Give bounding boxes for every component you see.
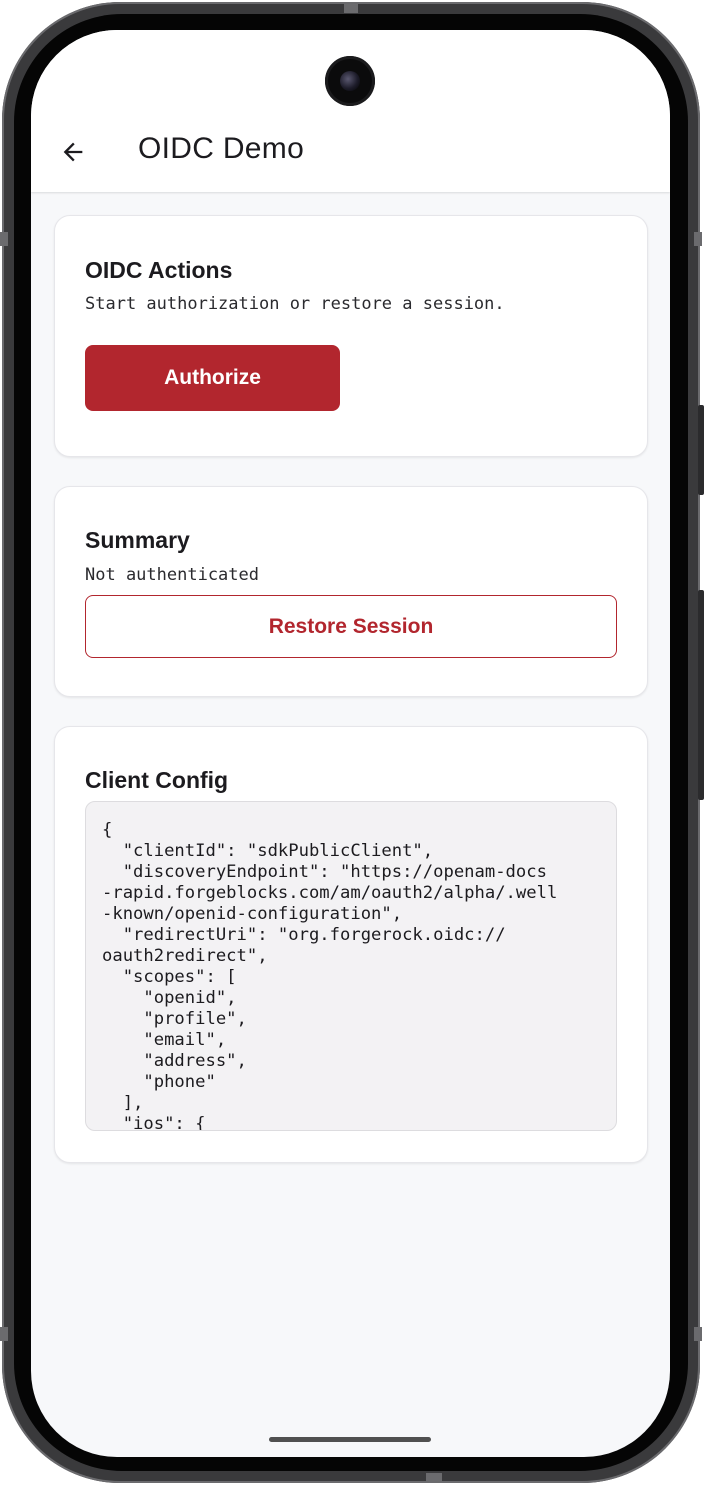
card-title: Summary [85, 527, 190, 553]
client-config-card: Client Config { "clientId": "sdkPublicCl… [54, 726, 648, 1163]
frame-left-mark [0, 232, 8, 246]
frame-right-mark [694, 1327, 702, 1341]
app-bar: OIDC Demo [31, 30, 670, 192]
screen: OIDC Demo OIDC Actions Start authorizati… [31, 30, 670, 1457]
card-subtitle: Start authorization or restore a session… [85, 294, 505, 314]
power-button [698, 590, 704, 800]
oidc-actions-card: OIDC Actions Start authorization or rest… [54, 215, 648, 457]
frame-bottom-mark [426, 1473, 442, 1481]
restore-session-button[interactable]: Restore Session [85, 595, 617, 658]
auth-status-text: Not authenticated [85, 565, 259, 585]
summary-card: Summary Not authenticated Restore Sessio… [54, 486, 648, 697]
volume-button [698, 405, 704, 495]
front-camera [325, 56, 375, 106]
config-code-block[interactable]: { "clientId": "sdkPublicClient", "discov… [85, 801, 617, 1131]
arrow-back-icon [63, 142, 83, 162]
card-title: OIDC Actions [85, 257, 233, 283]
frame-right-mark [694, 232, 702, 246]
frame-top-mark [344, 4, 358, 13]
authorize-button[interactable]: Authorize [85, 345, 340, 411]
page-title: OIDC Demo [138, 132, 305, 165]
home-indicator[interactable] [269, 1437, 431, 1442]
back-button[interactable] [53, 132, 93, 172]
card-title: Client Config [85, 767, 229, 793]
frame-left-mark [0, 1327, 8, 1341]
config-json-text: { "clientId": "sdkPublicClient", "discov… [102, 820, 558, 1131]
